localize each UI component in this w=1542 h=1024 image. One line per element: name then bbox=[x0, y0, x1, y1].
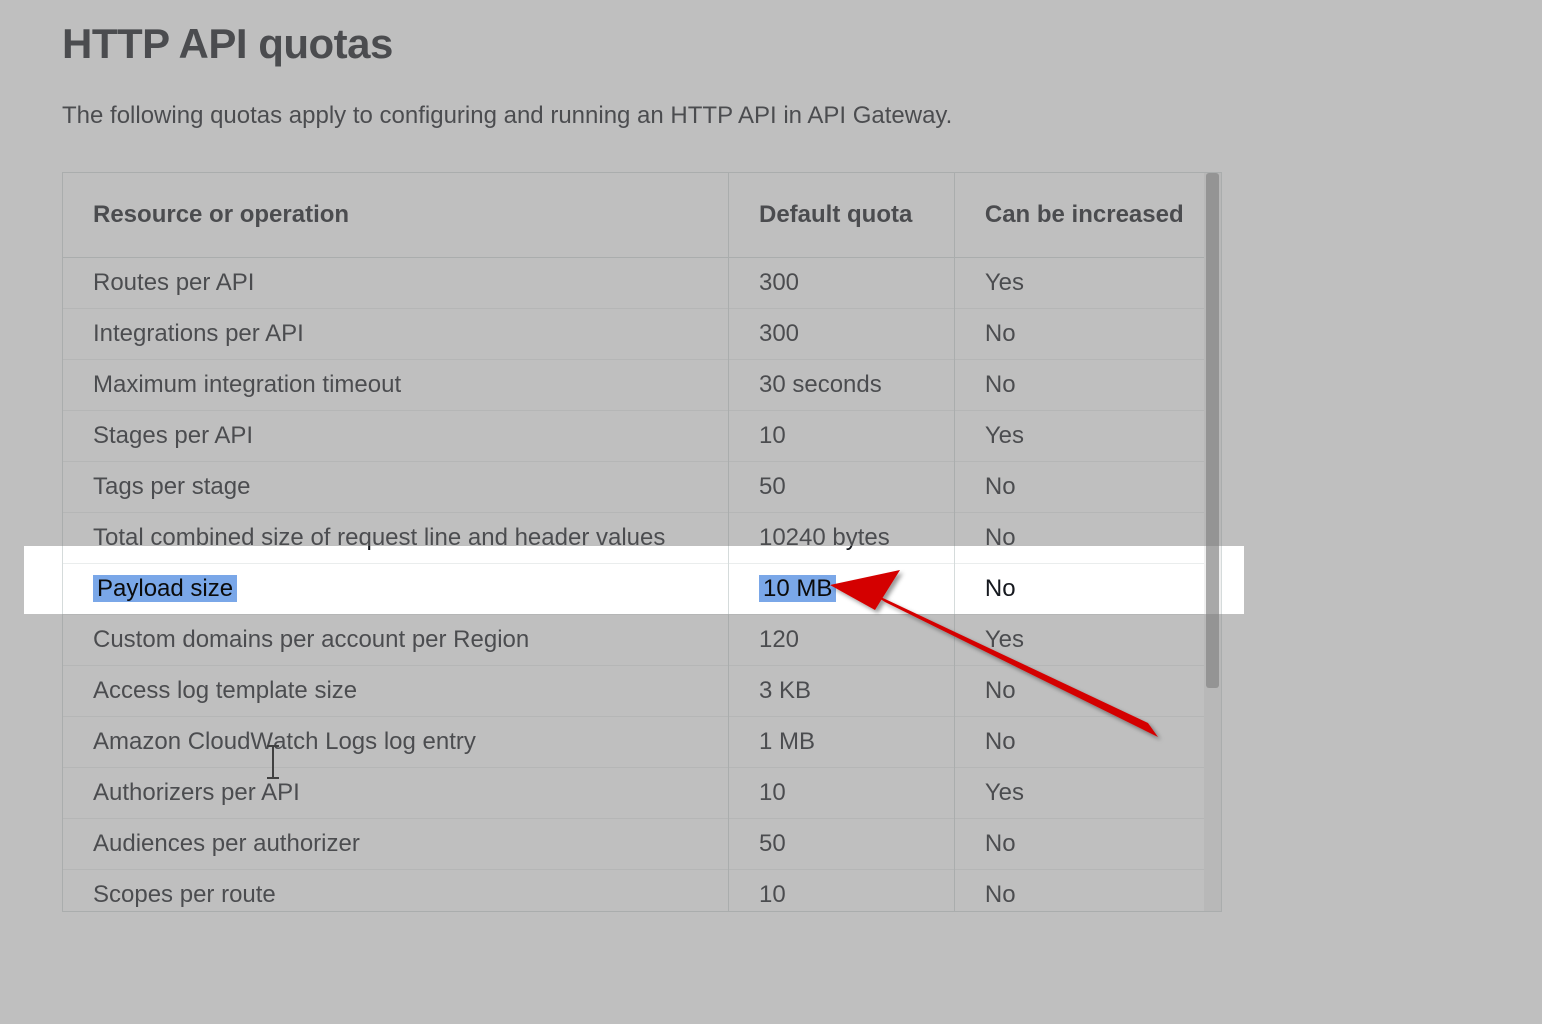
cell-resource: Access log template size bbox=[63, 666, 728, 717]
cell-resource: Custom domains per account per Region bbox=[63, 615, 728, 666]
table-row: Audiences per authorizer50No bbox=[63, 819, 1221, 870]
cell-increase: No bbox=[954, 717, 1221, 768]
cell-increase: No bbox=[954, 666, 1221, 717]
cell-increase: No bbox=[954, 360, 1221, 411]
cell-resource: Maximum integration timeout bbox=[63, 360, 728, 411]
cell-resource: Payload size bbox=[63, 564, 728, 615]
cell-increase: No bbox=[954, 462, 1221, 513]
cell-resource: Total combined size of request line and … bbox=[63, 513, 728, 564]
cell-increase: Yes bbox=[954, 768, 1221, 819]
table-row: Amazon CloudWatch Logs log entry1 MBNo bbox=[63, 717, 1221, 768]
cell-increase: Yes bbox=[954, 258, 1221, 309]
table-row: Maximum integration timeout30 secondsNo bbox=[63, 360, 1221, 411]
table-row: Payload size 10 MB No bbox=[63, 564, 1221, 615]
cell-text-pre: Amazon CloudW bbox=[93, 728, 273, 755]
cell-resource: Stages per API bbox=[63, 411, 728, 462]
quotas-table: Resource or operation Default quota Can … bbox=[63, 173, 1221, 912]
cell-increase: No bbox=[954, 564, 1221, 615]
table-scrollbar[interactable] bbox=[1204, 173, 1221, 911]
cell-resource: Audiences per authorizer bbox=[63, 819, 728, 870]
cell-increase: No bbox=[954, 819, 1221, 870]
col-resource: Resource or operation bbox=[63, 173, 728, 258]
cell-default: 10 bbox=[728, 411, 954, 462]
highlighted-text: Payload size bbox=[93, 575, 237, 602]
cell-resource: Scopes per route bbox=[63, 870, 728, 913]
col-default: Default quota bbox=[728, 173, 954, 258]
cell-default: 300 bbox=[728, 309, 954, 360]
table-row: Routes per API300Yes bbox=[63, 258, 1221, 309]
page-title: HTTP API quotas bbox=[62, 20, 1238, 68]
table-row: Tags per stage50No bbox=[63, 462, 1221, 513]
cell-default: 300 bbox=[728, 258, 954, 309]
cell-default: 50 bbox=[728, 462, 954, 513]
cell-default: 50 bbox=[728, 819, 954, 870]
cell-resource: Authorizers per API bbox=[63, 768, 728, 819]
cell-default: 10 MB bbox=[728, 564, 954, 615]
cell-default: 10 bbox=[728, 870, 954, 913]
cell-default: 1 MB bbox=[728, 717, 954, 768]
table-row: Scopes per route10No bbox=[63, 870, 1221, 913]
quotas-table-container: Resource or operation Default quota Can … bbox=[62, 172, 1222, 912]
cell-resource: Routes per API bbox=[63, 258, 728, 309]
table-row: Access log template size3 KBNo bbox=[63, 666, 1221, 717]
cell-resource: Integrations per API bbox=[63, 309, 728, 360]
cell-increase: No bbox=[954, 309, 1221, 360]
cell-increase: Yes bbox=[954, 411, 1221, 462]
col-increase: Can be increased bbox=[954, 173, 1221, 258]
highlighted-text: 10 MB bbox=[759, 575, 836, 602]
scrollbar-thumb[interactable] bbox=[1206, 173, 1219, 688]
table-row: Integrations per API300No bbox=[63, 309, 1221, 360]
cell-default: 120 bbox=[728, 615, 954, 666]
cell-text-post: atch Logs log entry bbox=[273, 728, 476, 755]
cell-resource: Tags per stage bbox=[63, 462, 728, 513]
table-row: Custom domains per account per Region120… bbox=[63, 615, 1221, 666]
table-row: Authorizers per API10Yes bbox=[63, 768, 1221, 819]
cell-default: 10240 bytes bbox=[728, 513, 954, 564]
cell-default: 3 KB bbox=[728, 666, 954, 717]
cell-default: 30 seconds bbox=[728, 360, 954, 411]
cell-increase: No bbox=[954, 513, 1221, 564]
intro-text: The following quotas apply to configurin… bbox=[62, 98, 1238, 134]
cell-increase: No bbox=[954, 870, 1221, 913]
table-row: Stages per API10Yes bbox=[63, 411, 1221, 462]
cell-resource: Amazon CloudWatch Logs log entry bbox=[63, 717, 728, 768]
cell-increase: Yes bbox=[954, 615, 1221, 666]
cell-default: 10 bbox=[728, 768, 954, 819]
table-header-row: Resource or operation Default quota Can … bbox=[63, 173, 1221, 258]
table-row: Total combined size of request line and … bbox=[63, 513, 1221, 564]
